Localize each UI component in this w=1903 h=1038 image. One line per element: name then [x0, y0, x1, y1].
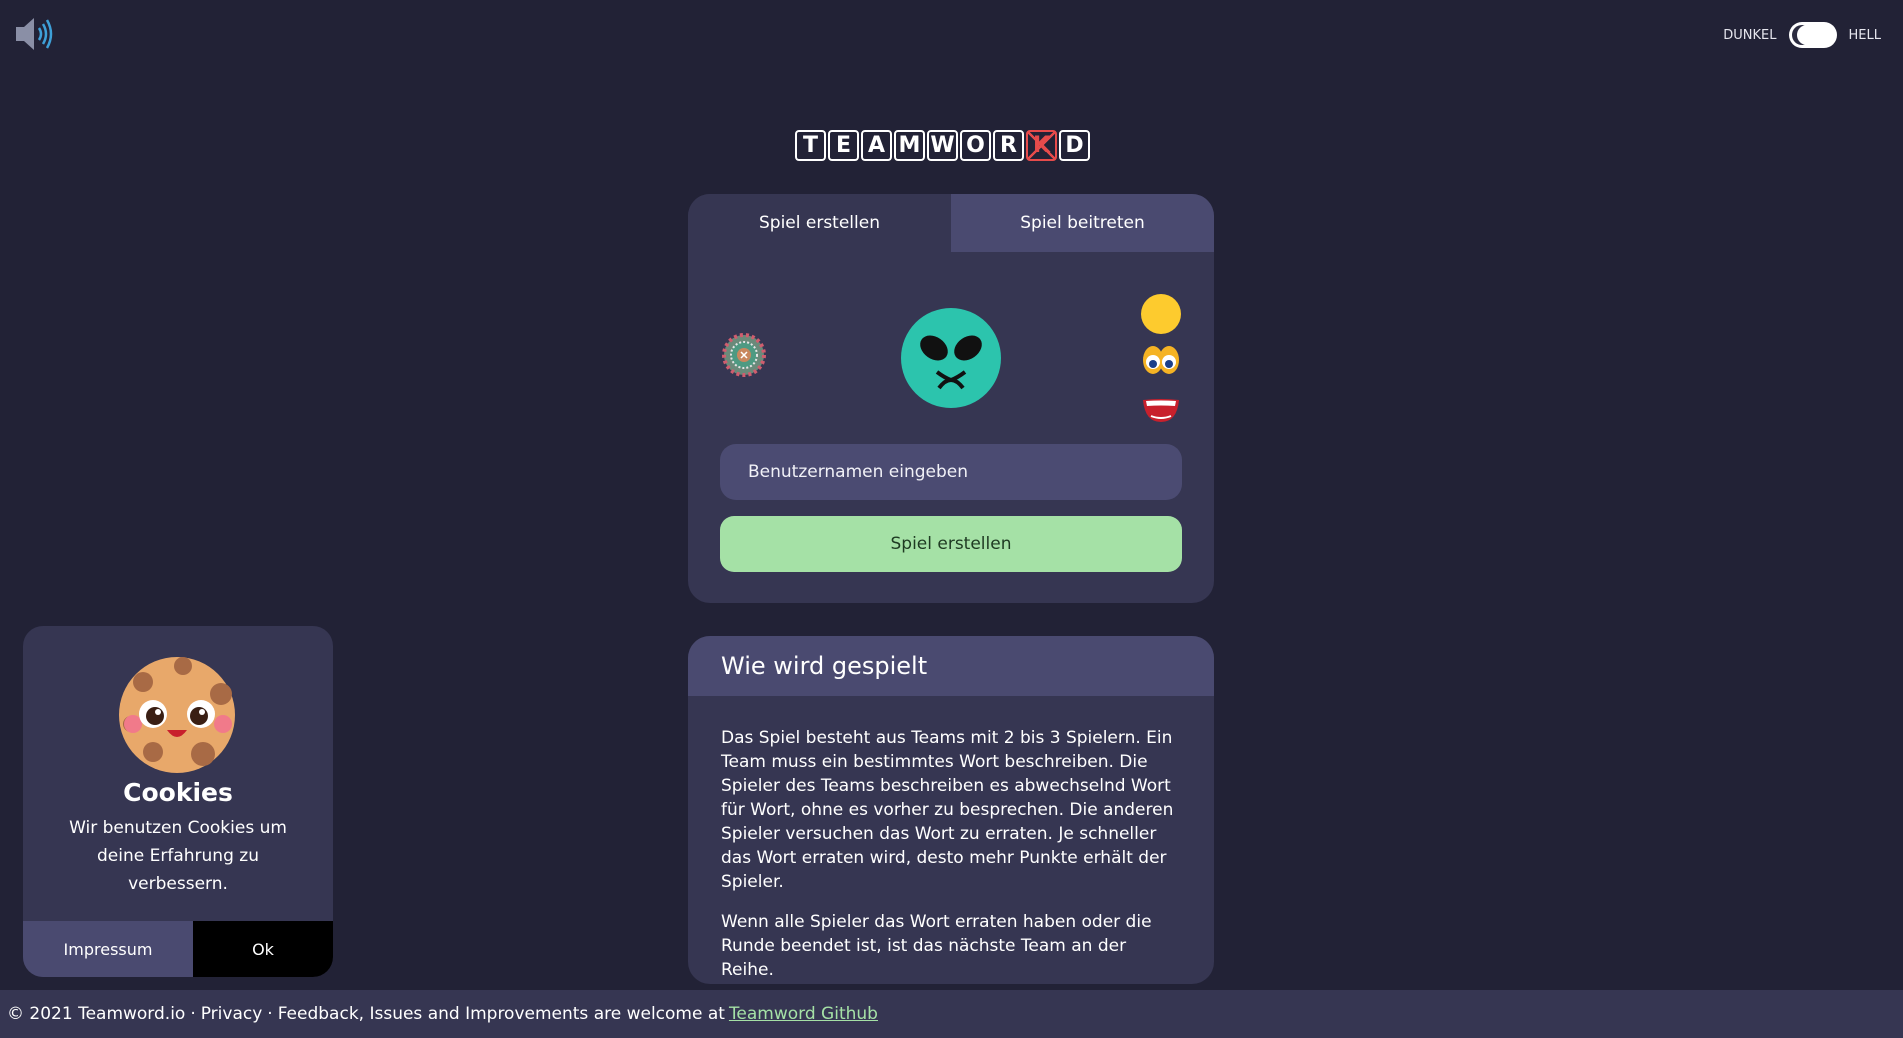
create-game-button[interactable]: Spiel erstellen — [720, 516, 1182, 572]
how-to-play-title: Wie wird gespielt — [688, 636, 1214, 696]
teamword-logo: T E A M W O R K D — [795, 130, 1090, 161]
logo-tile: T — [795, 130, 826, 161]
logo-tile: M — [894, 130, 925, 161]
cookie-actions: Impressum Ok — [23, 921, 333, 977]
github-link[interactable]: Teamword Github — [729, 1004, 878, 1024]
username-input[interactable] — [720, 444, 1182, 500]
theme-dark-label: DUNKEL — [1723, 27, 1777, 43]
moon-icon — [1791, 25, 1817, 45]
impressum-button[interactable]: Impressum — [23, 921, 193, 977]
cookie-banner: Cookies Wir benutzen Cookies um deine Er… — [23, 626, 333, 977]
avatar-editor — [688, 252, 1214, 430]
logo-tile: O — [960, 130, 991, 161]
alien-avatar-icon — [901, 308, 1001, 408]
game-tabs: Spiel erstellen Spiel beitreten — [688, 194, 1214, 252]
logo-tile: E — [828, 130, 859, 161]
how-to-play-paragraph: Wenn alle Spieler das Wort erraten haben… — [721, 912, 1152, 980]
tab-create-game[interactable]: Spiel erstellen — [688, 194, 951, 252]
theme-light-label: HELL — [1848, 27, 1881, 43]
footer-feedback-text: Feedback, Issues and Improvements are we… — [277, 1004, 725, 1024]
logo-tile: A — [861, 130, 892, 161]
footer-privacy-link[interactable]: Privacy — [201, 1004, 263, 1024]
game-card: Spiel erstellen Spiel beitreten Benutzer… — [688, 194, 1214, 603]
virus-icon[interactable] — [721, 332, 767, 378]
how-to-play-body: Das Spiel besteht aus Teams mit 2 bis 3 … — [688, 696, 1214, 982]
tab-join-game[interactable]: Spiel beitreten — [951, 194, 1214, 252]
theme-switch: DUNKEL HELL — [1723, 22, 1881, 48]
footer-separator: · — [190, 1004, 196, 1024]
yellow-circle-icon[interactable] — [1141, 294, 1181, 334]
mouth-icon[interactable] — [1141, 386, 1181, 426]
cookie-text: Wir benutzen Cookies um deine Erfahrung … — [69, 818, 287, 894]
speaker-volume-icon[interactable] — [14, 14, 56, 54]
footer-copyright: © 2021 Teamword.io — [7, 1004, 186, 1024]
how-to-play-paragraph: Das Spiel besteht aus Teams mit 2 bis 3 … — [721, 728, 1174, 892]
cookie-ok-button[interactable]: Ok — [193, 921, 333, 977]
logo-tile-crossed: K — [1026, 130, 1057, 161]
logo-tile: D — [1059, 130, 1090, 161]
logo-tile: W — [927, 130, 958, 161]
footer-separator: · — [267, 1004, 273, 1024]
cookie-title: Cookies — [123, 778, 233, 807]
footer: © 2021 Teamword.io · Privacy · Feedback,… — [0, 990, 1903, 1038]
theme-toggle[interactable] — [1788, 22, 1837, 48]
how-to-play-panel: Wie wird gespielt Das Spiel besteht aus … — [688, 636, 1214, 984]
logo-tile: R — [993, 130, 1024, 161]
cookie-mascot-icon — [119, 657, 235, 773]
eyes-icon[interactable] — [1141, 340, 1181, 380]
